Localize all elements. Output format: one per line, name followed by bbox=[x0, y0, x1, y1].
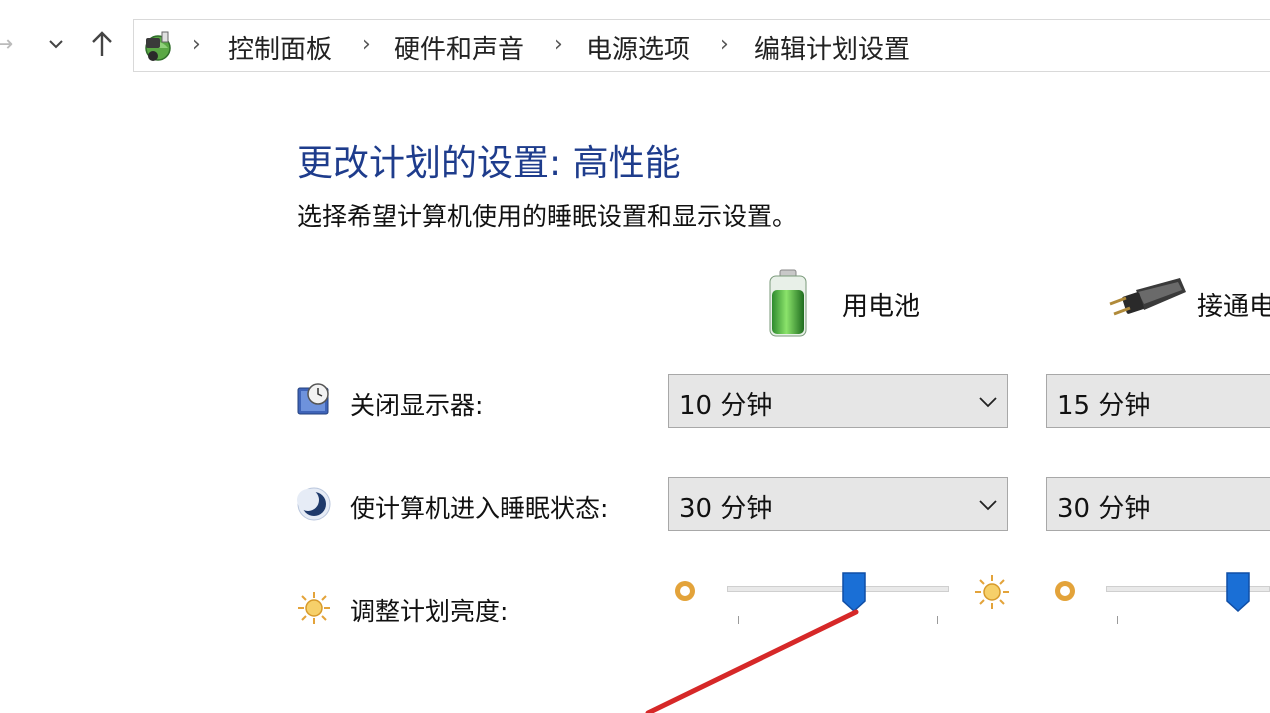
brightness-label: 调整计划亮度: bbox=[350, 597, 509, 626]
brightness-plugged-slider-thumb[interactable] bbox=[1225, 571, 1251, 613]
chevron-down-icon bbox=[49, 40, 63, 49]
page-subtitle: 选择希望计算机使用的睡眠设置和显示设置。 bbox=[297, 202, 798, 231]
breadcrumb-hardware-sound[interactable]: 硬件和声音 bbox=[394, 29, 524, 66]
chevron-down-icon bbox=[979, 397, 997, 408]
navigation-bar: → › 控制面板 › 硬件和声音 › 电源选项 › 编辑计划设置 bbox=[0, 0, 1270, 88]
brightness-high-icon bbox=[975, 575, 1009, 609]
brightness-battery-slider-track[interactable] bbox=[727, 586, 949, 592]
sleep-label: 使计算机进入睡眠状态: bbox=[350, 494, 609, 523]
slider-tick bbox=[937, 616, 938, 624]
sleep-battery-value: 30 分钟 bbox=[679, 494, 773, 524]
breadcrumb-separator: › bbox=[720, 32, 729, 57]
breadcrumb-control-panel[interactable]: 控制面板 bbox=[228, 29, 332, 66]
slider-tick bbox=[1117, 616, 1118, 624]
breadcrumb-separator: › bbox=[554, 32, 563, 57]
page-title: 更改计划的设置: 高性能 bbox=[297, 143, 681, 184]
display-off-label: 关闭显示器: bbox=[350, 391, 484, 420]
breadcrumb-separator: › bbox=[362, 32, 371, 57]
battery-column-label: 用电池 bbox=[842, 292, 921, 322]
control-panel-icon bbox=[145, 31, 171, 61]
plugged-column-label: 接通电 bbox=[1197, 292, 1270, 322]
sleep-moon-icon bbox=[297, 487, 331, 521]
sleep-battery-select[interactable]: 30 分钟 bbox=[668, 477, 1008, 531]
forward-button[interactable]: → bbox=[0, 26, 20, 62]
brightness-sun-icon bbox=[298, 592, 330, 624]
display-off-plugged-value: 15 分钟 bbox=[1057, 391, 1151, 421]
recent-locations-button[interactable] bbox=[40, 26, 72, 62]
display-off-plugged-select[interactable]: 15 分钟 bbox=[1046, 374, 1270, 428]
sleep-plugged-select[interactable]: 30 分钟 bbox=[1046, 477, 1270, 531]
display-off-battery-value: 10 分钟 bbox=[679, 391, 773, 421]
breadcrumb-power-options[interactable]: 电源选项 bbox=[586, 29, 690, 66]
annotation-arrow bbox=[645, 609, 859, 713]
display-clock-icon bbox=[297, 383, 329, 415]
address-bar[interactable]: › 控制面板 › 硬件和声音 › 电源选项 › 编辑计划设置 bbox=[133, 19, 1270, 72]
chevron-down-icon bbox=[979, 500, 997, 511]
plug-icon bbox=[1109, 278, 1186, 316]
breadcrumb-separator: › bbox=[192, 32, 201, 57]
display-off-battery-select[interactable]: 10 分钟 bbox=[668, 374, 1008, 428]
breadcrumb-edit-plan[interactable]: 编辑计划设置 bbox=[754, 29, 910, 66]
arrow-up-icon bbox=[92, 31, 112, 56]
up-button[interactable] bbox=[86, 26, 118, 62]
battery-icon bbox=[769, 269, 807, 337]
sleep-plugged-value: 30 分钟 bbox=[1057, 494, 1151, 524]
brightness-low-icon bbox=[1055, 581, 1075, 601]
